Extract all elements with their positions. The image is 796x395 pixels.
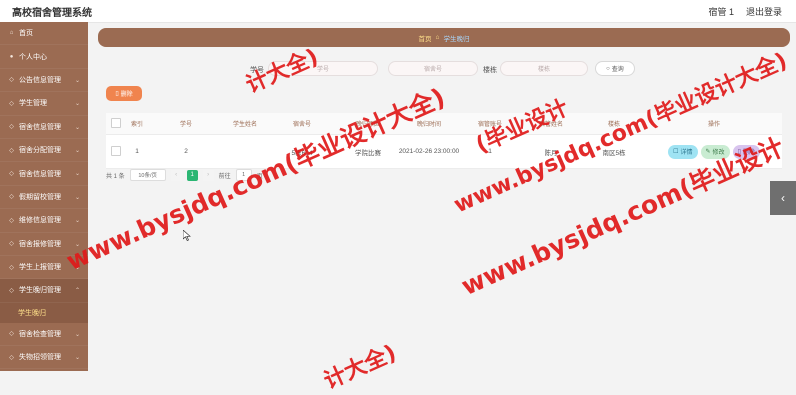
user-icon: ●: [9, 53, 14, 60]
delete-button[interactable]: ▯ 删除: [106, 86, 142, 101]
sidebar-item-label: 假期留校管理: [19, 193, 61, 201]
check-icon: ◇: [9, 331, 14, 338]
sidebar-subitem-late-return[interactable]: 学生晚归: [0, 302, 88, 323]
chevron-down-icon: ⌄: [74, 77, 80, 84]
sidebar-item-label: 失物招领管理: [19, 354, 61, 362]
sidebar-item-notice[interactable]: ◇ 公告信息管理 ⌄: [0, 69, 88, 93]
loudong-label: 楼栋: [483, 67, 497, 74]
chevron-down-icon: ⌄: [74, 124, 80, 131]
breadcrumb-home[interactable]: 首页: [419, 33, 432, 43]
sidebar-item-label: 宿舍分配管理: [19, 147, 61, 155]
chevron-down-icon: ⌄: [74, 355, 80, 362]
sidebar-item-holiday[interactable]: ◇ 假期留校管理 ⌄: [0, 186, 88, 210]
mouse-cursor-icon: [183, 230, 191, 241]
header-index: 索引: [130, 122, 143, 128]
row-checkbox[interactable]: [106, 145, 126, 158]
detail-label: 详情: [680, 150, 693, 156]
sidebar-item-late-return[interactable]: ◇ 学生晚归管理 ⌃: [0, 279, 88, 303]
edit-icon: ✎: [705, 149, 711, 155]
select-all-checkbox[interactable]: [106, 117, 126, 130]
sidebar-item-dorm[interactable]: ◇ 宿舍信息管理 ⌄: [0, 162, 88, 186]
sidebar-item-label: 学生管理: [19, 100, 47, 108]
total-count: 共 1 条: [106, 173, 125, 180]
lost-found-icon: ◇: [9, 354, 14, 361]
home-icon: ⌂: [9, 30, 14, 37]
page-number-button[interactable]: 1: [186, 169, 198, 181]
report-icon: ◇: [9, 241, 14, 248]
cell-index: 1: [135, 148, 139, 155]
chevron-down-icon: ⌄: [74, 101, 80, 108]
top-right-area: 宿管 1 退出登录: [708, 5, 782, 18]
sidebar-item-label: 维修信息管理: [19, 217, 61, 225]
breadcrumb-current: 学生晚归: [443, 35, 470, 43]
chevron-left-icon: ‹: [781, 191, 785, 205]
sidebar-item-label: 宿舍检查管理: [19, 330, 61, 338]
student-icon: ◇: [9, 100, 14, 107]
chevron-down-icon: ⌄: [74, 147, 80, 154]
header-name: 学生姓名: [232, 122, 257, 128]
sidebar-item-lost-found[interactable]: ◇ 失物招领管理 ⌄: [0, 346, 88, 370]
query-button-label: 查询: [611, 67, 624, 73]
home-icon: ⌂: [435, 34, 440, 41]
sidebar-item-label: 学生晚归管理: [19, 287, 61, 295]
sushehao-input[interactable]: 宿舍号: [388, 61, 478, 76]
delete-button-label: 删除: [120, 92, 133, 98]
upload-icon: ◇: [9, 264, 14, 271]
search-bar: 学号 学号 宿舍号 楼栋 楼栋 ○ 查询: [88, 61, 796, 79]
loudong-input[interactable]: 楼栋: [500, 61, 588, 76]
header-xuehao: 学号: [179, 122, 192, 128]
chevron-down-icon: ⌄: [74, 218, 80, 225]
breadcrumb: 首页 ⌂ 学生晚归: [98, 28, 790, 47]
dorm-info-icon: ◇: [9, 124, 14, 131]
top-bar: 高校宿舍管理系统 宿管 1 退出登录: [0, 0, 796, 23]
page-size-select[interactable]: 10条/页: [129, 169, 166, 181]
holiday-icon: ◇: [9, 194, 14, 201]
cell-xuehao: 2: [184, 148, 188, 155]
chevron-down-icon: ⌄: [74, 171, 80, 178]
repair-icon: ◇: [9, 217, 14, 224]
sidebar-item-dorm-info[interactable]: ◇ 宿舍信息管理 ⌄: [0, 116, 88, 139]
chevron-down-icon: ⌄: [74, 331, 80, 338]
assign-icon: ◇: [9, 147, 14, 154]
sidebar-item-label: 学生上报管理: [19, 264, 61, 272]
prev-page-button[interactable]: ‹: [170, 169, 182, 181]
sidebar-item-label: 宿舍信息管理: [19, 123, 61, 131]
logout-link[interactable]: 退出登录: [746, 5, 782, 18]
sidebar: ⌂ 首页 ● 个人中心 ◇ 公告信息管理 ⌄ ◇ 学生管理 ⌄ ◇ 宿舍信息管理 ⌄ ◇ 宿舍分配…: [0, 22, 88, 371]
query-button[interactable]: ○ 查询: [595, 61, 635, 76]
sidebar-item-students[interactable]: ◇ 学生管理 ⌄: [0, 92, 88, 116]
sidebar-item-dorm-assign[interactable]: ◇ 宿舍分配管理 ⌄: [0, 139, 88, 163]
sidebar-item-repair[interactable]: ◇ 维修信息管理 ⌄: [0, 209, 88, 233]
user-name[interactable]: 宿管 1: [708, 5, 734, 18]
sidebar-item-inspection[interactable]: ◇ 宿舍检查管理 ⌄: [0, 323, 88, 347]
sidebar-item-label: 公告信息管理: [19, 76, 61, 84]
notice-icon: ◇: [9, 77, 14, 84]
detail-button[interactable]: ☐ 详情: [668, 144, 698, 159]
table-row: 1 2 5栋604 学院比赛 2021-02-26 23:00:00 1 陈月 …: [106, 135, 782, 169]
trash-icon: ▯: [115, 91, 119, 97]
chevron-down-icon: ⌄: [74, 194, 80, 201]
sidebar-item-profile[interactable]: ● 个人中心: [0, 45, 88, 69]
chevron-up-icon: ⌃: [74, 288, 80, 295]
late-icon: ◇: [9, 287, 14, 294]
app-title: 高校宿舍管理系统: [12, 8, 92, 19]
sidebar-item-label: 个人中心: [19, 53, 47, 61]
sidebar-item-home[interactable]: ⌂ 首页: [0, 22, 88, 46]
detail-icon: ☐: [673, 149, 679, 155]
side-panel-toggle[interactable]: ‹: [770, 181, 796, 215]
search-icon: ○: [606, 65, 610, 72]
sidebar-item-label: 首页: [19, 30, 33, 38]
sidebar-item-label: 宿舍报修管理: [19, 240, 61, 248]
dorm-icon: ◇: [9, 171, 14, 178]
sidebar-item-label: 宿舍信息管理: [19, 170, 61, 178]
cell-time: 2021-02-26 23:00:00: [398, 147, 460, 155]
